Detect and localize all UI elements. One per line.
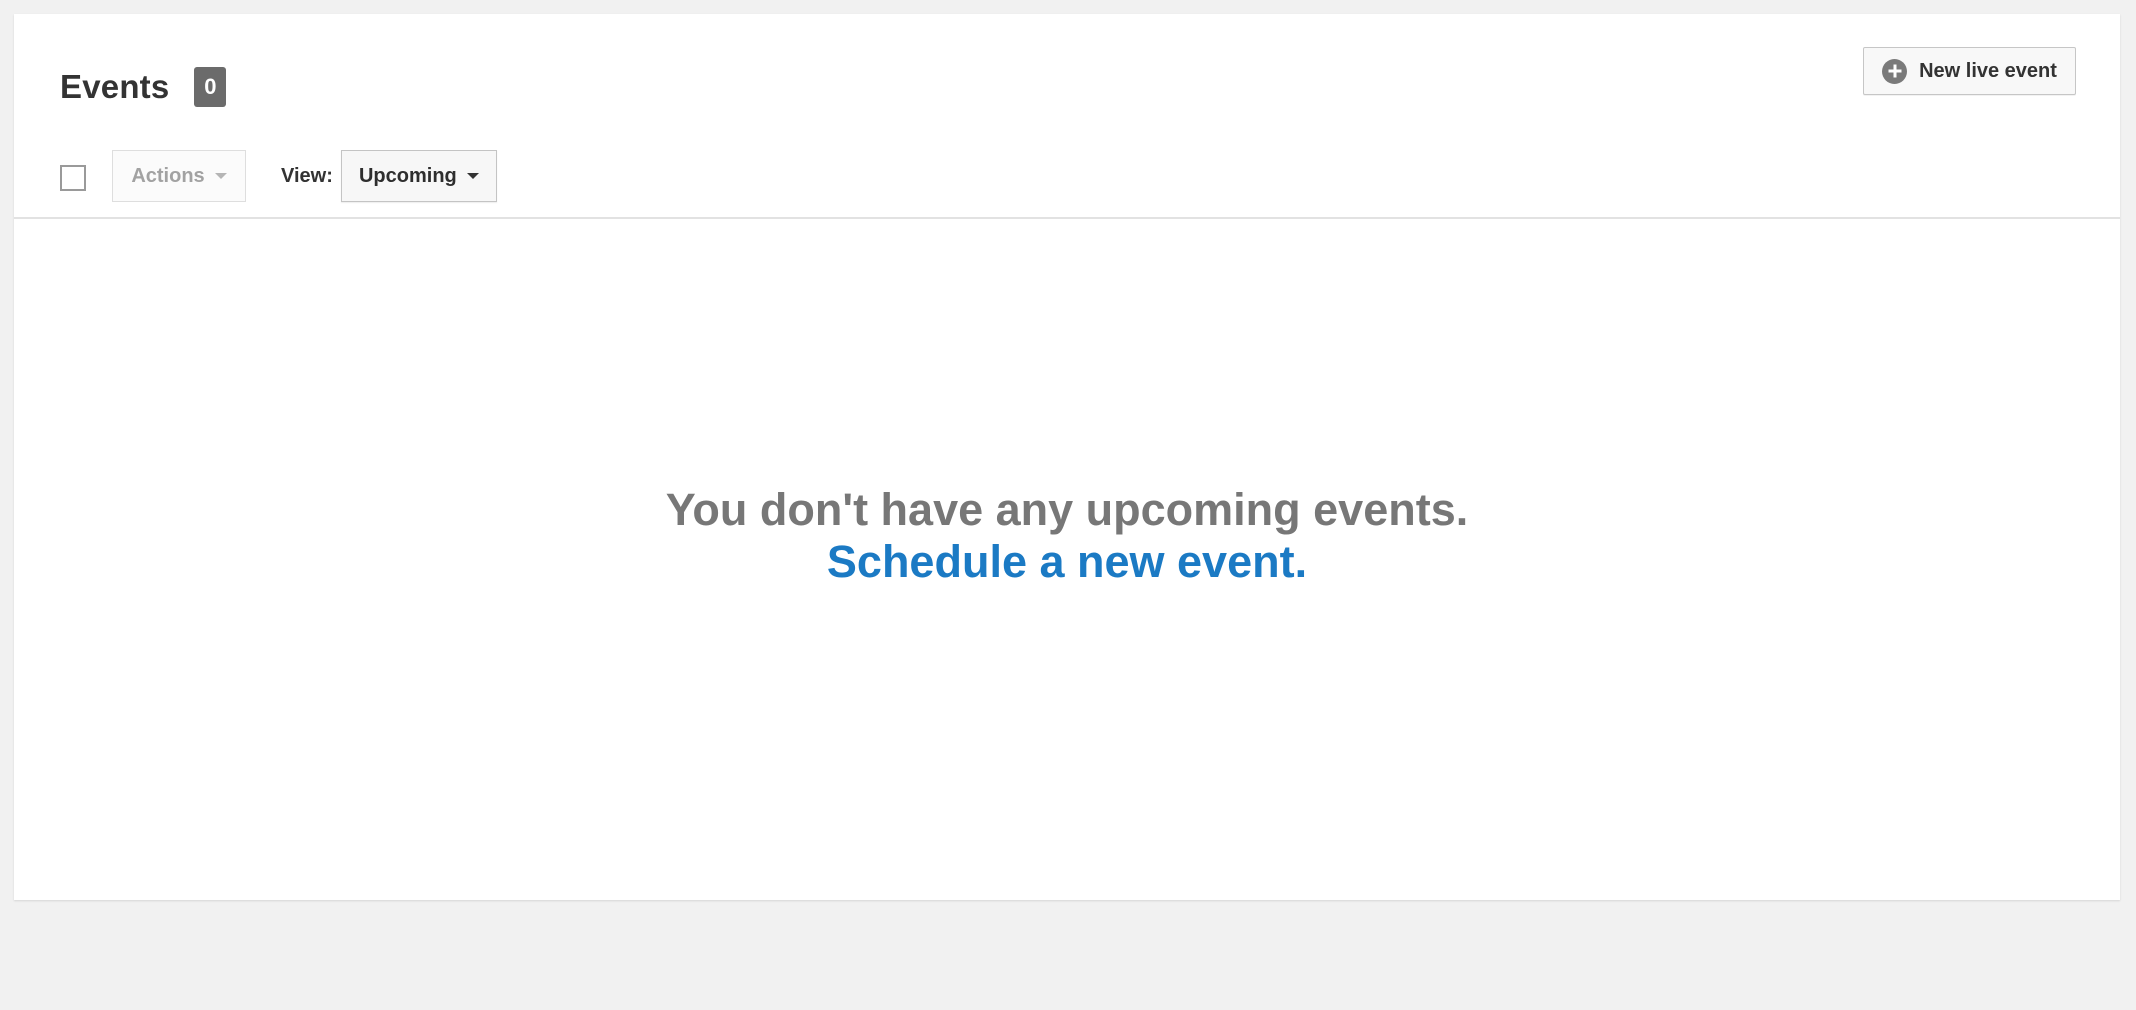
select-all-checkbox[interactable]	[60, 165, 86, 191]
actions-label: Actions	[131, 164, 205, 187]
caret-down-icon	[466, 173, 479, 179]
actions-dropdown-button[interactable]: Actions	[112, 150, 246, 202]
empty-state-message: You don't have any upcoming events.	[665, 484, 1469, 535]
page-title: Events	[60, 68, 170, 105]
toolbar-divider	[14, 217, 2120, 219]
view-selected-value: Upcoming	[358, 164, 457, 187]
toolbar: Actions View: Upcoming	[60, 150, 497, 202]
new-live-event-label: New live event	[1919, 59, 2057, 82]
new-live-event-button[interactable]: New live event	[1863, 47, 2076, 95]
caret-down-icon	[214, 173, 227, 179]
header: Events 0	[60, 52, 227, 122]
schedule-new-event-link[interactable]: Schedule a new event.	[827, 536, 1307, 588]
view-filter-dropdown[interactable]: Upcoming	[340, 150, 497, 202]
events-card: Events 0 New live event Actions View: Up…	[14, 14, 2120, 900]
plus-circle-icon	[1882, 58, 1908, 84]
events-count-badge: 0	[194, 67, 227, 107]
view-label: View:	[281, 164, 333, 187]
empty-state: You don't have any upcoming events. Sche…	[14, 484, 2120, 588]
